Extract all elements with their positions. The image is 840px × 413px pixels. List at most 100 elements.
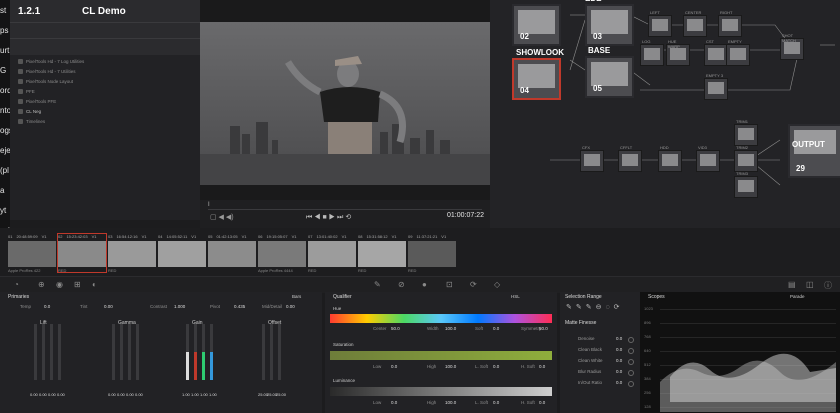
clip-thumbnail[interactable]: 02 15:23:42:03 V1 RED [57,233,107,273]
qualifier-field-value[interactable]: 0.0 [493,400,499,405]
node-cfx[interactable]: CFX [580,145,604,172]
bar-slider[interactable] [58,324,61,380]
qualifier-field-value[interactable]: 0.0 [391,364,397,369]
color-bars[interactable] [182,324,218,392]
qualifier-field-value[interactable]: 0.0 [539,364,545,369]
reset-icon[interactable] [628,348,634,354]
node-cfflt[interactable]: CFFLT [618,145,642,172]
bar-slider[interactable] [262,324,265,380]
primaries-mode[interactable]: Bars [292,294,301,299]
bar-slider[interactable] [194,324,197,380]
param-value[interactable]: 0.435 [234,304,245,309]
node-trim3[interactable]: TRIM3 [734,171,758,198]
transport-controls[interactable]: ⏮◀■▶⏭⟲ [306,213,353,222]
param-value[interactable]: 0.0 [44,304,50,309]
clip-thumbnail[interactable]: 07 13:01:40:02 V1 RED [308,234,356,273]
bar-slider[interactable] [278,324,281,380]
viewer-frame[interactable] [200,22,490,185]
clip-thumbnail[interactable]: 03 16:54:12:16 V1 RED [108,234,156,273]
node-empty-3[interactable]: EMPTY 3 [704,73,728,100]
clip-thumbnail[interactable]: 09 11:37:21:21 V1 RED [408,234,456,273]
wheel-value[interactable]: 0.00 [135,392,143,397]
bar-slider[interactable] [210,324,213,380]
param-value[interactable]: 0.00 [104,304,113,309]
wheel-value[interactable]: 0.00 [57,392,65,397]
node-hdd[interactable]: HDD [658,145,682,172]
wheel-value[interactable]: 25.00 [276,392,286,397]
node-hue-warp[interactable]: HUE WARP [666,39,690,66]
qualifier-icon[interactable]: ✎ [374,280,381,289]
matte-finesse-value[interactable]: 0.0 [616,369,622,374]
node-log[interactable]: LOG [640,39,664,66]
qualifier-field-value[interactable]: 100.0 [445,326,456,331]
sizing-icon[interactable]: ⟳ [470,280,477,289]
node-04[interactable]: 04 [512,58,561,100]
media-pool-item[interactable]: PixelTools PFE [18,97,56,106]
wheel-value[interactable]: 0.00 [117,392,125,397]
wheel-value[interactable]: 0.00 [108,392,116,397]
hue-gradient[interactable] [330,314,552,323]
node-trim2[interactable]: TRIM2 [734,145,758,172]
reset-icon[interactable] [628,370,634,376]
node-cst[interactable]: CST [704,39,728,66]
clip-thumbnail[interactable]: 08 15:31:58:12 V1 RED [358,234,406,273]
wheel-value[interactable]: 0.00 [30,392,38,397]
magic-mask-icon[interactable]: ◐ [92,280,97,289]
node-center[interactable]: CENTER [683,10,707,37]
matte-finesse-value[interactable]: 0.0 [616,336,622,341]
node-left[interactable]: LEFT [648,10,672,37]
warper-icon[interactable]: ⊕ [38,280,45,289]
node-shot-match[interactable]: SHOT MATCH [780,33,804,60]
media-pool-item[interactable]: PFE [18,87,35,96]
wheel-value[interactable]: 1.00 [209,392,217,397]
bar-slider[interactable] [136,324,139,380]
bar-slider[interactable] [50,324,53,380]
curves-icon[interactable]: ◔ [14,280,19,289]
media-pool-item[interactable]: PixelTools Hd - 7 Utilities [18,67,76,76]
scopes-mode[interactable]: Parade [790,294,805,299]
qualifier-field-value[interactable]: 100.0 [445,364,456,369]
qualifier-field-value[interactable]: 0.0 [493,326,499,331]
media-pool-item[interactable]: CL Neg [18,107,41,116]
media-pool-item[interactable]: Timelines [18,117,45,126]
reset-icon[interactable] [628,359,634,365]
node-29[interactable]: 29 [788,124,840,178]
matte-finesse-value[interactable]: 0.0 [616,358,622,363]
color-bars[interactable] [258,324,294,392]
wheel-value[interactable]: 0.00 [39,392,47,397]
bar-slider[interactable] [202,324,205,380]
qualifier-mode[interactable]: HSL [511,294,520,299]
node-05[interactable]: 05 [585,56,634,98]
node-trim1[interactable]: TRIM1 [734,119,758,146]
qualifier-field-value[interactable]: 0.0 [539,400,545,405]
3d-icon[interactable]: ◇ [494,280,500,289]
node-right[interactable]: RIGHT [718,10,742,37]
node-graph[interactable]: 02 03 EDE 04 SHOWLOOK 05 BASE 29 OUTPUT LEFT CENT… [490,0,840,228]
blur-icon[interactable]: ● [422,280,427,289]
wheel-value[interactable]: 1.00 [191,392,199,397]
tracker-icon[interactable]: ⊞ [74,280,81,289]
node-03[interactable]: 03 [585,4,634,46]
media-pool-item[interactable]: PixelTools Hd - 7 Log Utilities [18,57,84,66]
key-icon[interactable]: ⊡ [446,280,453,289]
window-icon[interactable]: ⊘ [398,280,405,289]
reset-icon[interactable] [628,381,634,387]
picker-tools[interactable]: ✎✎✎⊖◌⟳ [566,303,624,311]
bar-slider[interactable] [42,324,45,380]
clip-thumbnail[interactable]: 06 19:15:05:07 V1 Apple ProRes 4444 [258,234,306,273]
luminance-gradient[interactable] [330,387,552,396]
bar-slider[interactable] [112,324,115,380]
scope-toggle-icon[interactable]: ▤ [788,280,796,289]
wheel-value[interactable]: 1.00 [200,392,208,397]
qualifier-field-value[interactable]: 50.0 [391,326,400,331]
clip-thumbnail[interactable]: 05 01:42:13:05 V1 [208,234,256,272]
node-empty[interactable]: EMPTY [726,39,750,66]
color-bars[interactable] [30,324,66,392]
qualifier-field-value[interactable]: 50.0 [539,326,548,331]
reset-icon[interactable] [628,337,634,343]
clip-thumbnail[interactable]: 01 20:48:59:09 V1 Apple ProRes 422 [8,234,56,273]
info-icon[interactable]: ⓘ [824,280,832,291]
color-bars[interactable] [108,324,144,392]
wheel-value[interactable]: 0.00 [126,392,134,397]
node-02[interactable]: 02 [512,4,561,46]
